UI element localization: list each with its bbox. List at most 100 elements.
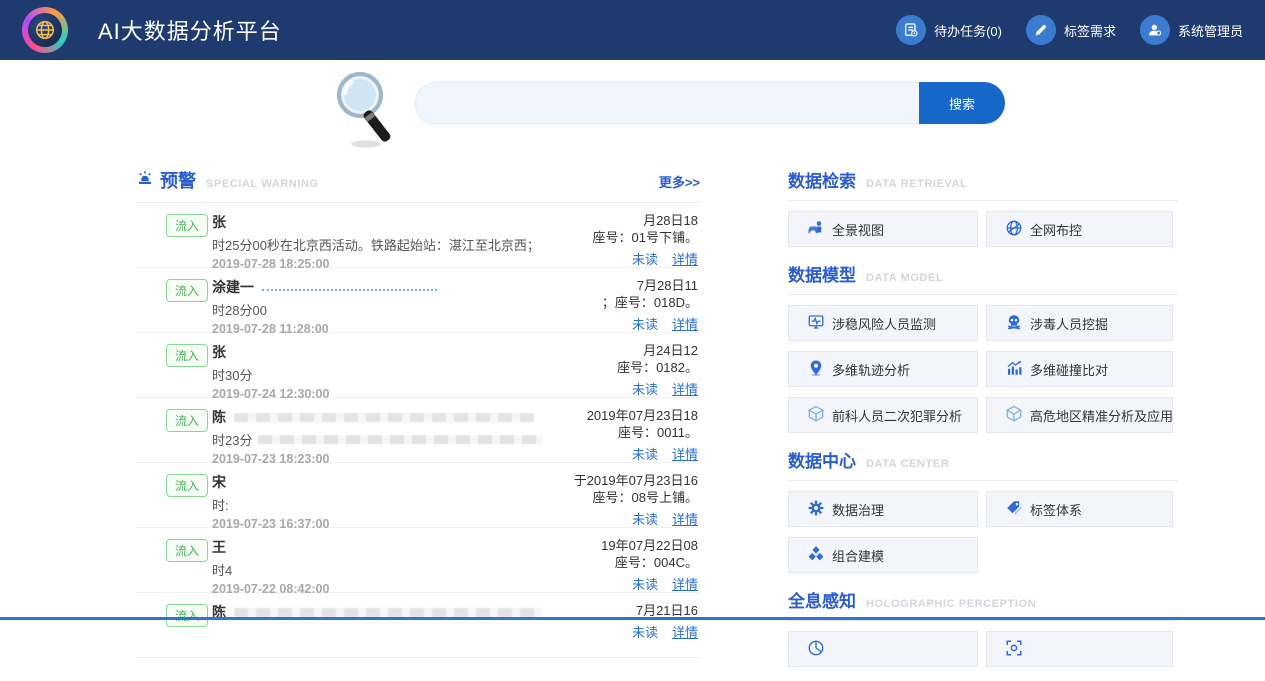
- magnifier-graphic: [330, 68, 404, 155]
- warning-list-item: 流入 王 时4 2019-07-22 08:42:00 19年07月22日08 …: [136, 528, 700, 593]
- warning-date: 7月28日11: [602, 277, 698, 294]
- warning-list-item: 流入 涂建一 时28分00 2019-07-28 11:28:00 7月28日1…: [136, 268, 700, 333]
- location-pin-icon: [807, 359, 825, 380]
- unread-link[interactable]: 未读: [632, 314, 658, 333]
- warning-date: 19年07月22日08: [601, 537, 698, 554]
- skull-icon: [1005, 313, 1023, 334]
- section-data-retrieval: 数据检索 DATA RETRIEVAL 全景视图: [788, 167, 1178, 247]
- modules-panel: 数据检索 DATA RETRIEVAL 全景视图: [788, 167, 1178, 681]
- warning-date: 2019年07月23日18: [587, 407, 698, 424]
- todo-tasks-button[interactable]: 待办任务(0): [896, 15, 1002, 45]
- panorama-view-icon: [807, 219, 825, 240]
- warning-list-item: 流入 陈 时23分 2019-07-23 18:23:00 2019年07月23…: [136, 398, 700, 463]
- unread-link[interactable]: 未读: [632, 249, 658, 268]
- detail-link[interactable]: 详情: [672, 249, 698, 268]
- app-logo: [22, 7, 68, 53]
- more-link[interactable]: 更多>>: [659, 172, 700, 191]
- inflow-status-badge: 流入: [166, 214, 208, 237]
- inflow-status-badge: 流入: [166, 409, 208, 432]
- redaction-marks: [262, 283, 437, 291]
- admin-user-label: 系统管理员: [1178, 21, 1243, 40]
- section-subtitle: DATA MODEL: [866, 272, 943, 284]
- cube-icon: [1005, 405, 1023, 426]
- multi-collision-compare-button[interactable]: 多维碰撞比对: [986, 351, 1173, 387]
- detail-link[interactable]: 详情: [672, 574, 698, 593]
- person-name: 张: [212, 212, 542, 232]
- warning-detail: 时25分00秒在北京西活动。铁路起始站：湛江至北京西；: [212, 235, 542, 254]
- redaction-smudge: [234, 608, 542, 617]
- warning-list-item: 流入 张 时25分00秒在北京西活动。铁路起始站：湛江至北京西； 2019-07…: [136, 203, 700, 268]
- pie-chart-icon: [807, 639, 825, 660]
- inflow-status-badge: 流入: [166, 604, 208, 627]
- inflow-status-badge: 流入: [166, 539, 208, 562]
- warning-date: 月24日12: [617, 342, 698, 359]
- warning-list-item: 流入 陈 7月21日16 未读 详情: [136, 593, 700, 658]
- search-button[interactable]: 搜索: [919, 82, 1005, 124]
- panorama-view-button[interactable]: 全景视图: [788, 211, 978, 247]
- todo-tasks-icon: [896, 15, 926, 45]
- holographic-button-2[interactable]: [986, 631, 1173, 667]
- warning-subtitle: SPECIAL WARNING: [206, 178, 319, 190]
- siren-icon: [136, 169, 154, 192]
- todo-tasks-label: 待办任务(0): [934, 21, 1002, 40]
- tag-icon: [1005, 499, 1023, 520]
- warning-date: 月28日18: [593, 212, 698, 229]
- tag-request-button[interactable]: 标签需求: [1026, 15, 1116, 45]
- detail-link[interactable]: 详情: [672, 444, 698, 463]
- person-name: 王: [212, 537, 542, 557]
- tag-system-button[interactable]: 标签体系: [986, 491, 1173, 527]
- combined-modeling-button[interactable]: 组合建模: [788, 537, 978, 573]
- scan-frame-icon: [1005, 639, 1023, 660]
- detail-link[interactable]: 详情: [672, 622, 698, 641]
- admin-user-button[interactable]: 系统管理员: [1140, 15, 1243, 45]
- warning-seat: 座号：08号上铺。: [574, 489, 698, 506]
- detail-link[interactable]: 详情: [672, 379, 698, 398]
- warning-detail: 时:: [212, 495, 542, 514]
- section-title: 数据模型: [788, 261, 856, 286]
- unread-link[interactable]: 未读: [632, 379, 658, 398]
- warning-title-row: 预警: [136, 167, 196, 193]
- unread-link[interactable]: 未读: [632, 622, 658, 641]
- drug-personnel-mining-button[interactable]: 涉毒人员挖掘: [986, 305, 1173, 341]
- high-risk-area-analysis-button[interactable]: 高危地区精准分析及应用: [986, 397, 1173, 433]
- holographic-button-1[interactable]: [788, 631, 978, 667]
- search-input[interactable]: [415, 82, 919, 124]
- search-bar: 搜索: [415, 82, 1005, 124]
- unread-link[interactable]: 未读: [632, 444, 658, 463]
- cubes-icon: [807, 545, 825, 566]
- unread-link[interactable]: 未读: [632, 509, 658, 528]
- warning-detail: 时30分: [212, 365, 542, 384]
- cube-icon: [807, 405, 825, 426]
- person-name: 张: [212, 342, 542, 362]
- person-name: 涂建一: [212, 277, 542, 297]
- inflow-status-badge: 流入: [166, 279, 208, 302]
- recidivism-analysis-button[interactable]: 前科人员二次犯罪分析: [788, 397, 978, 433]
- admin-user-icon: [1140, 15, 1170, 45]
- inflow-status-badge: 流入: [166, 474, 208, 497]
- detail-link[interactable]: 详情: [672, 509, 698, 528]
- network-control-button[interactable]: 全网布控: [986, 211, 1173, 247]
- person-name: 陈: [212, 407, 542, 427]
- section-title: 全息感知: [788, 587, 856, 612]
- network-control-icon: [1005, 219, 1023, 240]
- section-subtitle: DATA CENTER: [866, 458, 949, 470]
- person-name: 宋: [212, 472, 542, 492]
- stability-risk-monitor-button[interactable]: 涉稳风险人员监测: [788, 305, 978, 341]
- warning-list-item: 流入 张 时30分 2019-07-24 12:30:00 月24日12 座号：…: [136, 333, 700, 398]
- warning-detail: 时28分00: [212, 300, 542, 319]
- bar-chart-icon: [1005, 359, 1023, 380]
- section-subtitle: DATA RETRIEVAL: [866, 178, 968, 190]
- redaction-smudge: [258, 435, 542, 444]
- data-governance-button[interactable]: 数据治理: [788, 491, 978, 527]
- section-subtitle: HOLOGRAPHIC PERCEPTION: [866, 598, 1036, 610]
- unread-link[interactable]: 未读: [632, 574, 658, 593]
- tag-request-icon: [1026, 15, 1056, 45]
- warning-seat: 座号：01号下铺。: [593, 229, 698, 246]
- detail-link[interactable]: 详情: [672, 314, 698, 333]
- warning-seat: 座号：0182。: [617, 359, 698, 376]
- warning-seat: ；座号：018D。: [602, 294, 698, 311]
- divider: [788, 480, 1178, 481]
- warning-detail: 时23分: [212, 430, 542, 449]
- multi-trajectory-analysis-button[interactable]: 多维轨迹分析: [788, 351, 978, 387]
- warning-panel: 预警 SPECIAL WARNING 更多>> 流入 张 时25分00秒在北京西…: [136, 167, 700, 658]
